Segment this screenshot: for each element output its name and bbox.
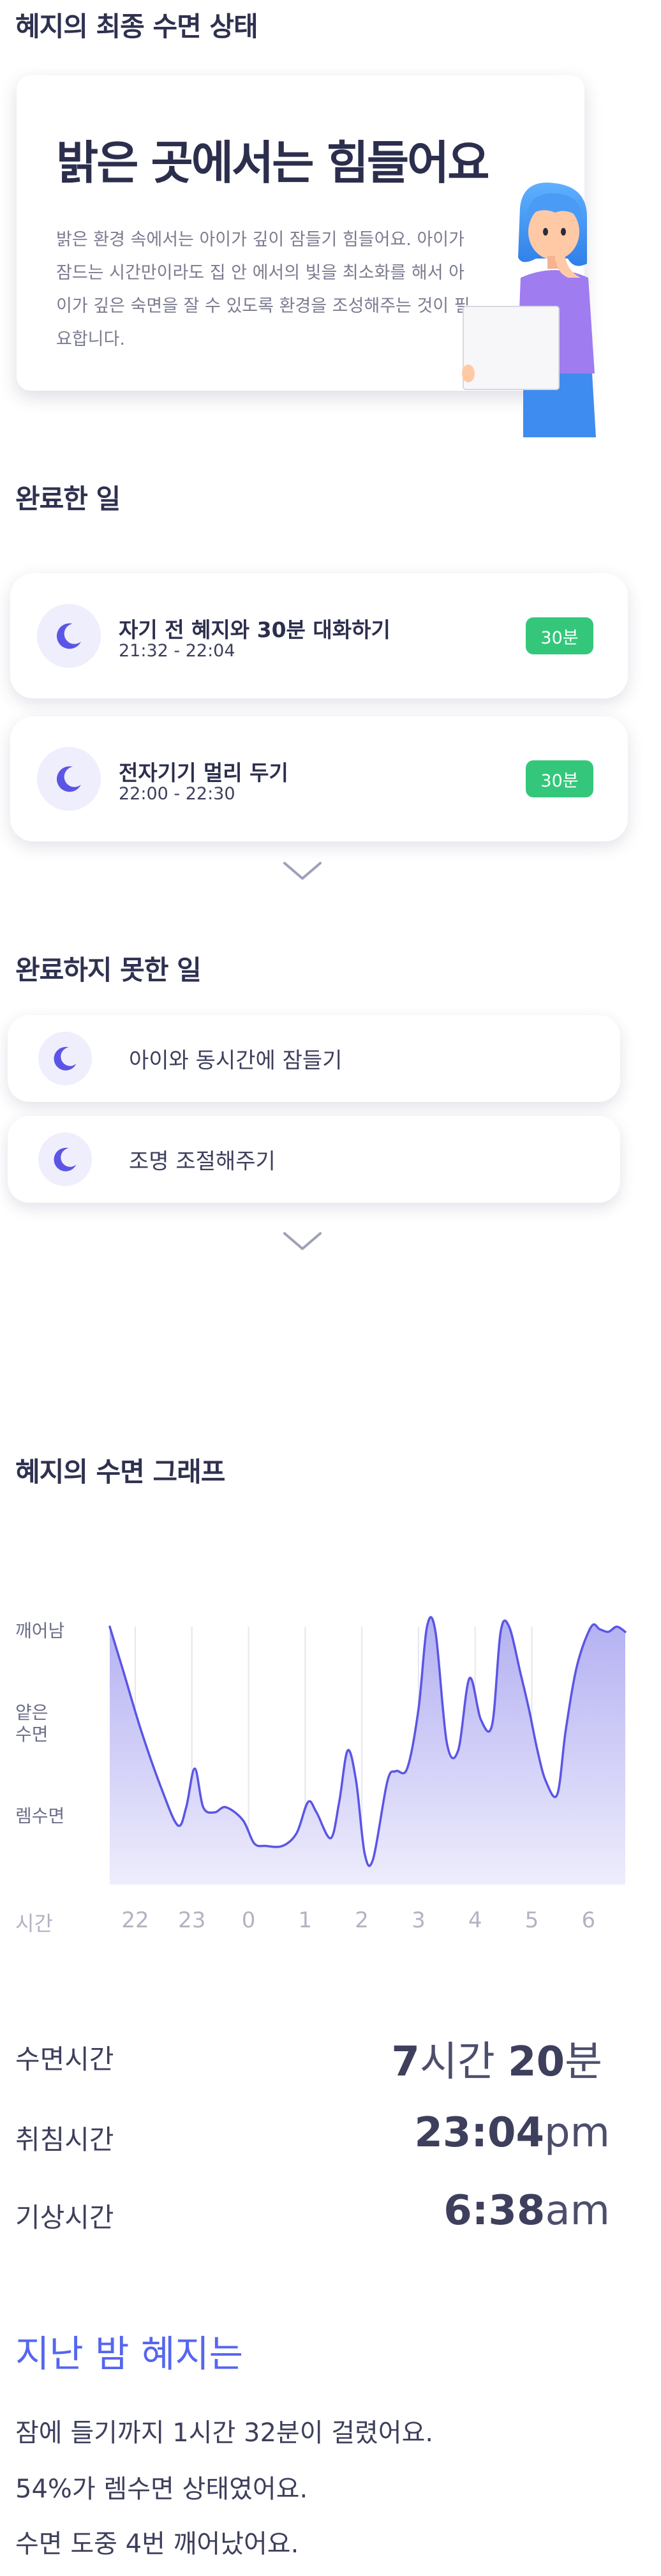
x-tick-label: 2 bbox=[355, 1908, 369, 1933]
summary-title: 지난 밤 혜지는 bbox=[15, 2332, 244, 2376]
moon-icon bbox=[54, 1147, 77, 1171]
incomplete-section-title: 완료하지 못한 일 bbox=[15, 954, 202, 986]
wake-time-value: 6:38am bbox=[443, 2187, 610, 2234]
summary-line: 잠에 들기까지 1시간 32분이 걸렸어요. bbox=[15, 2418, 434, 2448]
sleep-area bbox=[110, 1617, 625, 1885]
sleep-time-label: 수면시간 bbox=[15, 2044, 114, 2075]
chevron-down-icon[interactable] bbox=[282, 1231, 323, 1253]
sleep-minutes: 20 bbox=[508, 2038, 565, 2086]
task-label: 아이와 동시간에 잠들기 bbox=[129, 1048, 343, 1074]
bed-time-suffix: pm bbox=[544, 2109, 610, 2157]
bed-time-label: 취침시간 bbox=[15, 2124, 114, 2155]
task-time: 21:32 - 22:04 bbox=[119, 641, 235, 661]
summary-line: 54%가 렘수면 상태였어요. bbox=[15, 2474, 308, 2504]
x-tick-label: 3 bbox=[412, 1908, 426, 1933]
x-tick-label: 1 bbox=[298, 1908, 313, 1933]
completed-task-card[interactable]: 전자기기 멀리 두기 22:00 - 22:30 30분 bbox=[10, 716, 628, 841]
duration-badge: 30분 bbox=[526, 617, 593, 654]
task-icon-badge bbox=[38, 1032, 92, 1085]
task-label: 조명 조절해주기 bbox=[129, 1149, 276, 1175]
sleep-minutes-unit: 분 bbox=[565, 2038, 602, 2086]
status-headline: 밝은 곳에서는 힘들어요 bbox=[56, 136, 490, 190]
status-description: 밝은 환경 속에서는 아이가 깊이 잠들기 힘들어요. 아이가 잠드는 시간만이… bbox=[56, 230, 470, 349]
x-tick-label: 22 bbox=[121, 1908, 149, 1933]
moon-icon bbox=[54, 1046, 77, 1071]
sleep-chart bbox=[108, 1616, 627, 1885]
x-tick-label: 23 bbox=[178, 1908, 206, 1933]
completed-task-card[interactable]: 자기 전 혜지와 30분 대화하기 21:32 - 22:04 30분 bbox=[10, 573, 628, 698]
bed-time-value: 23:04pm bbox=[414, 2109, 610, 2157]
bed-time: 23:04 bbox=[414, 2109, 545, 2157]
task-title: 자기 전 혜지와 30분 대화하기 bbox=[119, 617, 390, 642]
moon-icon bbox=[56, 766, 81, 792]
wake-time-label: 기상시간 bbox=[15, 2202, 114, 2233]
moon-icon bbox=[56, 623, 81, 649]
summary-line: 수면 도중 4번 깨어났어요. bbox=[15, 2529, 299, 2559]
task-time: 22:00 - 22:30 bbox=[119, 784, 235, 804]
graph-section-title: 혜지의 수면 그래프 bbox=[15, 1456, 225, 1488]
sleep-time-value: 7시간 20분 bbox=[391, 2029, 602, 2088]
character-illustration bbox=[462, 183, 596, 437]
sleep-hours-unit: 시간 bbox=[419, 2038, 495, 2086]
duration-badge: 30분 bbox=[526, 760, 593, 797]
wake-time: 6:38 bbox=[443, 2187, 546, 2234]
status-section-title: 혜지의 최종 수면 상태 bbox=[15, 11, 258, 42]
x-tick-label: 5 bbox=[524, 1908, 539, 1933]
completed-section-title: 완료한 일 bbox=[15, 483, 121, 515]
sleep-hours: 7 bbox=[391, 2038, 420, 2086]
task-icon-badge bbox=[37, 747, 101, 811]
task-title: 전자기기 멀리 두기 bbox=[119, 760, 288, 785]
x-tick-label: 0 bbox=[241, 1908, 256, 1933]
x-tick-label: 6 bbox=[581, 1908, 596, 1933]
wake-time-suffix: am bbox=[545, 2187, 610, 2234]
chevron-down-icon[interactable] bbox=[282, 861, 323, 882]
task-icon-badge bbox=[37, 604, 101, 668]
incomplete-task-card[interactable]: 아이와 동시간에 잠들기 bbox=[8, 1015, 620, 1102]
x-tick-label: 4 bbox=[468, 1908, 482, 1933]
incomplete-task-card[interactable]: 조명 조절해주기 bbox=[8, 1116, 620, 1203]
task-icon-badge bbox=[38, 1133, 92, 1186]
sleep-graph: 깨어남 얕은 수면 렘수면 시간 22 23 0 1 2 3 4 5 6 bbox=[0, 1596, 661, 1954]
